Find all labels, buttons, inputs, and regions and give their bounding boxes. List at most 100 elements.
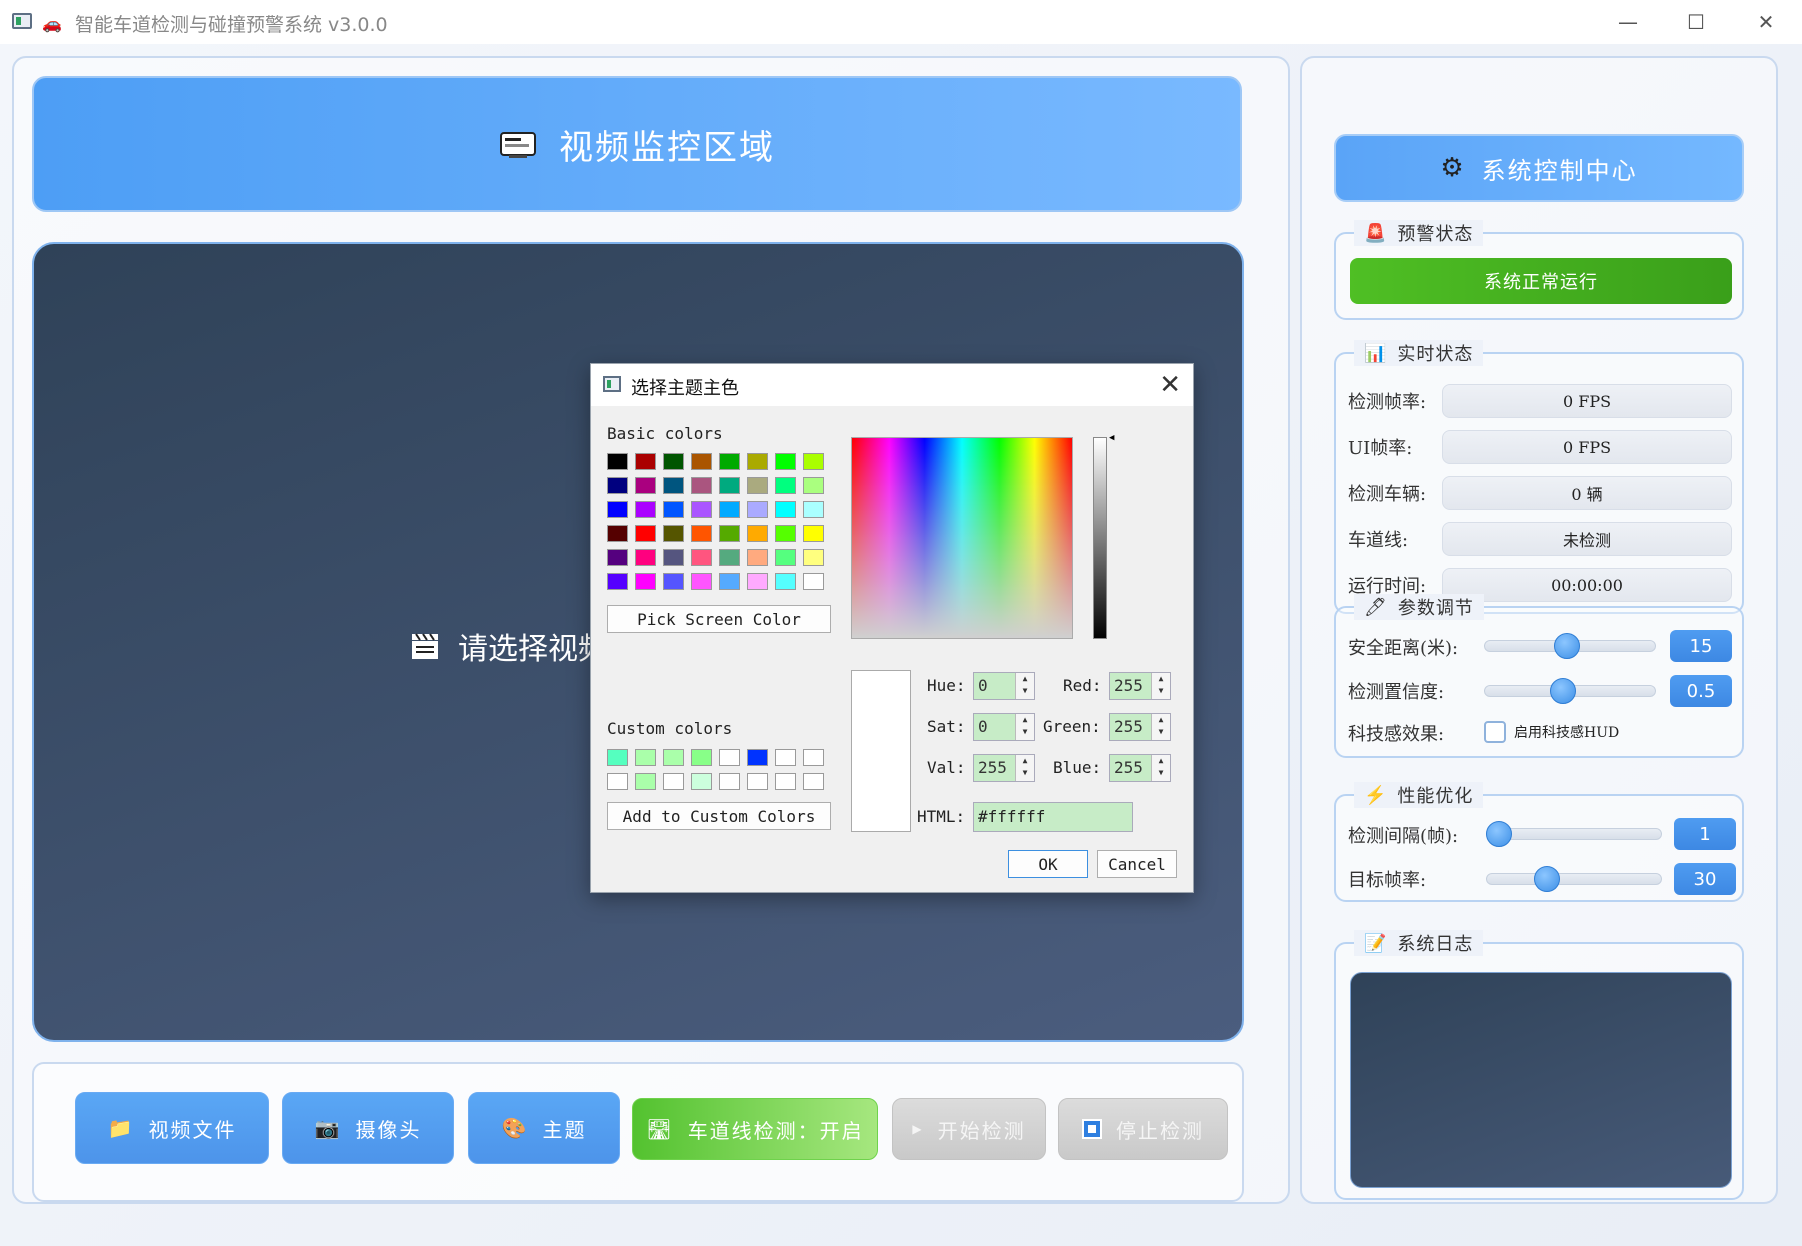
custom-color-swatch[interactable]: [607, 773, 628, 790]
safe-distance-value[interactable]: 15: [1670, 630, 1732, 662]
basic-color-swatch[interactable]: [747, 477, 768, 494]
camera-button[interactable]: 📷 摄像头: [282, 1092, 454, 1164]
maximize-button[interactable]: ☐: [1676, 6, 1716, 38]
basic-color-swatch[interactable]: [719, 525, 740, 542]
stop-detect-button[interactable]: 停止检测: [1058, 1098, 1228, 1160]
basic-color-swatch[interactable]: [803, 453, 824, 470]
green-spinbox[interactable]: 255 ▲ ▼: [1109, 713, 1171, 741]
basic-color-swatch[interactable]: [691, 573, 712, 590]
basic-color-swatch[interactable]: [663, 501, 684, 518]
custom-color-swatch[interactable]: [747, 749, 768, 766]
basic-color-swatch[interactable]: [635, 501, 656, 518]
custom-color-swatch[interactable]: [691, 773, 712, 790]
basic-color-swatch[interactable]: [803, 573, 824, 590]
basic-color-swatch[interactable]: [691, 453, 712, 470]
hue-spin-arrows[interactable]: ▲ ▼: [1015, 673, 1034, 699]
tech-hud-checkbox-label[interactable]: 启用科技感HUD: [1514, 722, 1619, 742]
custom-color-swatch[interactable]: [719, 749, 740, 766]
minimize-button[interactable]: —: [1608, 6, 1648, 38]
basic-color-swatch[interactable]: [803, 501, 824, 518]
detect-interval-slider[interactable]: [1486, 828, 1662, 840]
basic-color-swatch[interactable]: [607, 573, 628, 590]
basic-color-swatch[interactable]: [775, 573, 796, 590]
video-file-button[interactable]: 📁 视频文件: [75, 1092, 269, 1164]
basic-color-swatch[interactable]: [803, 549, 824, 566]
basic-color-swatch[interactable]: [663, 477, 684, 494]
basic-color-swatch[interactable]: [719, 549, 740, 566]
basic-color-swatch[interactable]: [635, 453, 656, 470]
basic-color-swatch[interactable]: [635, 525, 656, 542]
custom-color-swatch[interactable]: [719, 773, 740, 790]
basic-color-swatch[interactable]: [607, 501, 628, 518]
confidence-slider-handle[interactable]: [1550, 678, 1576, 704]
basic-color-swatch[interactable]: [747, 573, 768, 590]
custom-color-swatch[interactable]: [635, 773, 656, 790]
cancel-button[interactable]: Cancel: [1097, 850, 1177, 878]
custom-color-swatch[interactable]: [663, 749, 684, 766]
basic-color-swatch[interactable]: [635, 573, 656, 590]
basic-color-swatch[interactable]: [607, 477, 628, 494]
basic-color-swatch[interactable]: [635, 477, 656, 494]
basic-color-swatch[interactable]: [635, 549, 656, 566]
basic-color-swatch[interactable]: [775, 477, 796, 494]
basic-color-swatch[interactable]: [691, 549, 712, 566]
pick-screen-color-button[interactable]: Pick Screen Color: [607, 605, 831, 633]
confidence-value[interactable]: 0.5: [1670, 675, 1732, 707]
basic-color-swatch[interactable]: [719, 573, 740, 590]
custom-color-swatch[interactable]: [607, 749, 628, 766]
custom-color-swatch[interactable]: [775, 773, 796, 790]
custom-color-swatch[interactable]: [803, 749, 824, 766]
value-bar-pointer-icon[interactable]: ◀: [1109, 433, 1114, 443]
basic-color-swatch[interactable]: [607, 453, 628, 470]
target-fps-slider[interactable]: [1486, 873, 1662, 885]
basic-color-swatch[interactable]: [607, 549, 628, 566]
log-text-area[interactable]: [1350, 972, 1732, 1188]
ok-button[interactable]: OK: [1008, 850, 1088, 878]
target-fps-slider-handle[interactable]: [1534, 866, 1560, 892]
theme-button[interactable]: 🎨 主题: [468, 1092, 620, 1164]
val-spin-arrows[interactable]: ▲ ▼: [1015, 755, 1034, 781]
basic-color-swatch[interactable]: [803, 525, 824, 542]
value-bar[interactable]: [1093, 437, 1107, 639]
custom-color-swatch[interactable]: [663, 773, 684, 790]
basic-color-swatch[interactable]: [747, 501, 768, 518]
basic-color-swatch[interactable]: [747, 549, 768, 566]
basic-color-swatch[interactable]: [663, 525, 684, 542]
blue-spinbox[interactable]: 255 ▲ ▼: [1109, 754, 1171, 782]
sat-spin-arrows[interactable]: ▲ ▼: [1015, 714, 1034, 740]
basic-color-swatch[interactable]: [691, 477, 712, 494]
val-spinbox[interactable]: 255 ▲ ▼: [973, 754, 1035, 782]
detect-interval-value[interactable]: 1: [1674, 818, 1736, 850]
basic-color-swatch[interactable]: [775, 501, 796, 518]
color-spectrum[interactable]: [851, 437, 1073, 639]
basic-color-swatch[interactable]: [747, 525, 768, 542]
basic-color-swatch[interactable]: [663, 453, 684, 470]
custom-color-swatch[interactable]: [747, 773, 768, 790]
red-spin-arrows[interactable]: ▲ ▼: [1151, 673, 1170, 699]
blue-spin-arrows[interactable]: ▲ ▼: [1151, 755, 1170, 781]
basic-color-swatch[interactable]: [607, 525, 628, 542]
start-detect-button[interactable]: ▶ 开始检测: [892, 1098, 1046, 1160]
sat-spinbox[interactable]: 0 ▲ ▼: [973, 713, 1035, 741]
add-custom-color-button[interactable]: Add to Custom Colors: [607, 802, 831, 830]
basic-color-swatch[interactable]: [775, 549, 796, 566]
detect-interval-slider-handle[interactable]: [1486, 821, 1512, 847]
hue-spinbox[interactable]: 0 ▲ ▼: [973, 672, 1035, 700]
basic-color-swatch[interactable]: [691, 501, 712, 518]
basic-color-swatch[interactable]: [775, 453, 796, 470]
basic-color-swatch[interactable]: [663, 573, 684, 590]
html-color-input[interactable]: #ffffff: [973, 802, 1133, 832]
target-fps-value[interactable]: 30: [1674, 863, 1736, 895]
basic-color-swatch[interactable]: [719, 501, 740, 518]
basic-color-swatch[interactable]: [803, 477, 824, 494]
close-button[interactable]: ✕: [1746, 6, 1786, 38]
basic-color-swatch[interactable]: [775, 525, 796, 542]
red-spinbox[interactable]: 255 ▲ ▼: [1109, 672, 1171, 700]
basic-color-swatch[interactable]: [691, 525, 712, 542]
lane-detect-toggle[interactable]: 🛣 车道线检测：开启: [632, 1098, 878, 1160]
custom-color-swatch[interactable]: [803, 773, 824, 790]
basic-color-swatch[interactable]: [719, 477, 740, 494]
custom-color-swatch[interactable]: [775, 749, 796, 766]
custom-color-swatch[interactable]: [691, 749, 712, 766]
basic-color-swatch[interactable]: [663, 549, 684, 566]
